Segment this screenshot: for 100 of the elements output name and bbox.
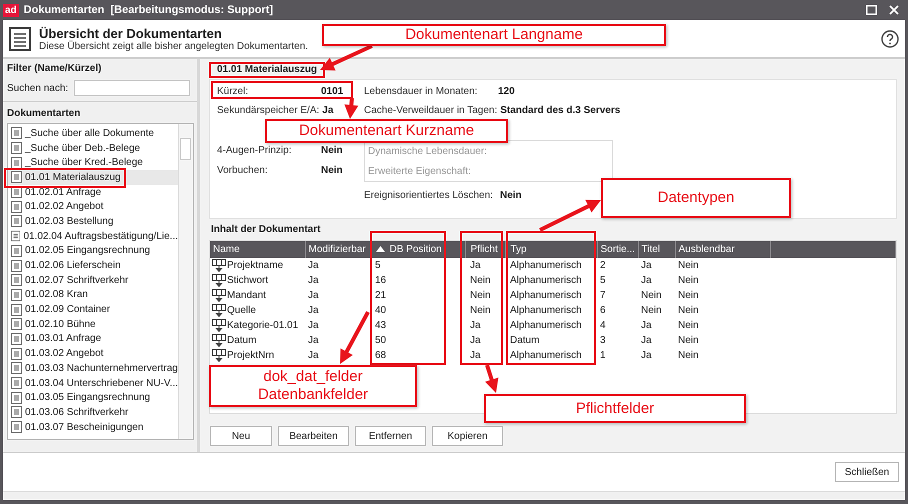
table-cell: Ja bbox=[465, 258, 505, 273]
list-item[interactable]: 01.02.05 Eingangsrechnung bbox=[8, 244, 178, 258]
document-icon bbox=[11, 304, 22, 316]
table-cell-text: 50 bbox=[374, 334, 388, 348]
list-item[interactable]: 01.02.04 Auftragsbestätigung/Lie... bbox=[8, 228, 178, 244]
field-icon bbox=[212, 319, 226, 332]
column-header[interactable]: Ausblendbar bbox=[675, 241, 770, 258]
document-icon bbox=[11, 230, 20, 242]
list-item[interactable]: 01.03.03 Nachunternehmervertrag bbox=[8, 361, 178, 376]
field-label: 4-Augen-Prinzip: bbox=[217, 144, 292, 156]
field-label: Cache-Verweildauer in Tagen: bbox=[364, 105, 498, 116]
table-cell-text: Ja bbox=[307, 274, 320, 288]
table-cell-text: Nein bbox=[677, 334, 700, 348]
field-value: 120 bbox=[498, 86, 515, 97]
property-label: Dynamische Lebensdauer: bbox=[368, 144, 488, 158]
table-cell-text: 4 bbox=[599, 319, 607, 333]
action-button[interactable]: Entfernen bbox=[355, 426, 426, 446]
close-button[interactable]: Schließen bbox=[835, 462, 899, 482]
column-header[interactable]: Sortie... bbox=[597, 241, 638, 258]
document-icon bbox=[11, 260, 22, 272]
table-cell: Alphanumerisch bbox=[505, 258, 597, 273]
list-item[interactable]: 01.02.01 Anfrage bbox=[8, 184, 178, 200]
property-label: Erweiterte Eigenschaft: bbox=[368, 164, 472, 178]
document-icon bbox=[11, 215, 22, 228]
table-cell-text: Nein bbox=[677, 274, 700, 288]
filter-heading: Filter (Name/Kürzel) bbox=[7, 63, 102, 75]
list-item[interactable]: 01.03.05 Eingangsrechnung bbox=[8, 390, 178, 406]
list-item[interactable]: 01.02.06 Lieferschein bbox=[8, 258, 178, 273]
table-cell-text: Alphanumerisch bbox=[509, 304, 583, 318]
maximize-icon[interactable] bbox=[866, 5, 877, 15]
scrollbar[interactable] bbox=[178, 124, 193, 439]
field-label: Vorbuchen: bbox=[217, 164, 269, 176]
table-cell-text: Alphanumerisch bbox=[509, 319, 583, 333]
document-icon bbox=[11, 127, 22, 140]
page-subtitle: Diese Übersicht zeigt alle bisher angelegten Dokumentarten. bbox=[39, 40, 308, 52]
column-header[interactable]: Name bbox=[210, 241, 305, 258]
column-header[interactable]: Titel bbox=[638, 241, 675, 258]
document-icon bbox=[11, 171, 22, 184]
list-item[interactable]: 01.03.07 Bescheinigungen bbox=[8, 420, 178, 434]
action-button[interactable]: Neu bbox=[210, 426, 272, 446]
search-field[interactable] bbox=[74, 80, 190, 96]
list-item[interactable]: 01.02.09 Container bbox=[8, 302, 178, 317]
table-cell-text: Ja bbox=[307, 349, 320, 363]
table-cell-text: Ja bbox=[640, 319, 653, 333]
table-cell-text: Ja bbox=[640, 349, 653, 363]
document-icon bbox=[11, 377, 22, 390]
table-cell-text: Ja bbox=[469, 334, 482, 348]
field-icon bbox=[212, 274, 226, 287]
document-type-title: 01.01 Materialauszug bbox=[209, 62, 326, 78]
table-cell: Ja bbox=[305, 258, 370, 273]
table-cell-text: Nein bbox=[469, 274, 492, 288]
field-icon bbox=[212, 289, 226, 302]
table-cell-text: 43 bbox=[374, 319, 388, 333]
page-title: Übersicht der Dokumentarten bbox=[39, 26, 223, 40]
table-cell-text: Datum bbox=[509, 334, 540, 348]
table-cell-text: Stichwort bbox=[227, 274, 268, 288]
field-icon bbox=[212, 349, 226, 362]
table-cell: 5 bbox=[370, 258, 465, 273]
list-item[interactable]: 01.02.08 Kran bbox=[8, 288, 178, 302]
list-item[interactable]: 01.02.07 Schriftverkehr bbox=[8, 272, 178, 288]
column-header[interactable]: Pflicht bbox=[465, 241, 505, 258]
list-item[interactable]: 01.02.03 Bestellung bbox=[8, 214, 178, 229]
list-item[interactable]: _Suche über Deb.-Belege bbox=[8, 140, 178, 156]
list-item[interactable]: 01.02.02 Angebot bbox=[8, 199, 178, 214]
field-icon bbox=[212, 259, 226, 272]
annotation-label: Dokumentenart Langname bbox=[322, 24, 666, 46]
list-item[interactable]: 01.03.01 Anfrage bbox=[8, 332, 178, 346]
help-icon[interactable] bbox=[881, 30, 899, 48]
list-item[interactable]: 01.01 Materialauszug bbox=[8, 170, 178, 185]
action-button[interactable]: Bearbeiten bbox=[278, 426, 349, 446]
list-item[interactable]: _Suche über Kred.-Belege bbox=[8, 155, 178, 170]
column-header[interactable]: DB Position bbox=[370, 241, 465, 258]
search-label: Suchen nach: bbox=[7, 82, 68, 94]
table-cell-text: ProjektNrn bbox=[227, 349, 274, 363]
sort-ascending-icon bbox=[376, 246, 384, 252]
document-icon bbox=[11, 406, 22, 418]
list-item[interactable]: 01.03.02 Angebot bbox=[8, 346, 178, 361]
action-button[interactable]: Kopieren bbox=[432, 426, 503, 446]
table-cell-text: Quelle bbox=[227, 304, 256, 318]
document-icon bbox=[11, 318, 22, 330]
document-icon bbox=[11, 348, 22, 360]
close-icon[interactable] bbox=[889, 5, 899, 15]
document-icon bbox=[11, 421, 22, 434]
table-cell-text: Projektname bbox=[227, 259, 284, 273]
table-cell-text: Ja bbox=[307, 334, 320, 348]
list-item[interactable]: 01.03.04 Unterschriebener NU-V... bbox=[8, 376, 178, 390]
list-item[interactable]: 01.02.10 Bühne bbox=[8, 316, 178, 332]
table-cell-text: Nein bbox=[469, 304, 492, 318]
table-cell-text: 7 bbox=[599, 289, 607, 303]
table-cell-text: Ja bbox=[307, 289, 320, 303]
column-header[interactable]: Typ bbox=[505, 241, 597, 258]
list-item[interactable]: 01.03.06 Schriftverkehr bbox=[8, 405, 178, 420]
table-cell-text: Ja bbox=[469, 319, 482, 333]
table-cell-text: Ja bbox=[640, 334, 653, 348]
field-icon bbox=[212, 304, 226, 317]
list-item[interactable]: _Suche über alle Dokumente bbox=[8, 126, 178, 141]
document-icon bbox=[11, 156, 22, 169]
arrow bbox=[320, 44, 373, 70]
annotation-label: Pflichtfelder bbox=[484, 394, 746, 423]
column-header[interactable]: Modifizierbar bbox=[305, 241, 370, 258]
